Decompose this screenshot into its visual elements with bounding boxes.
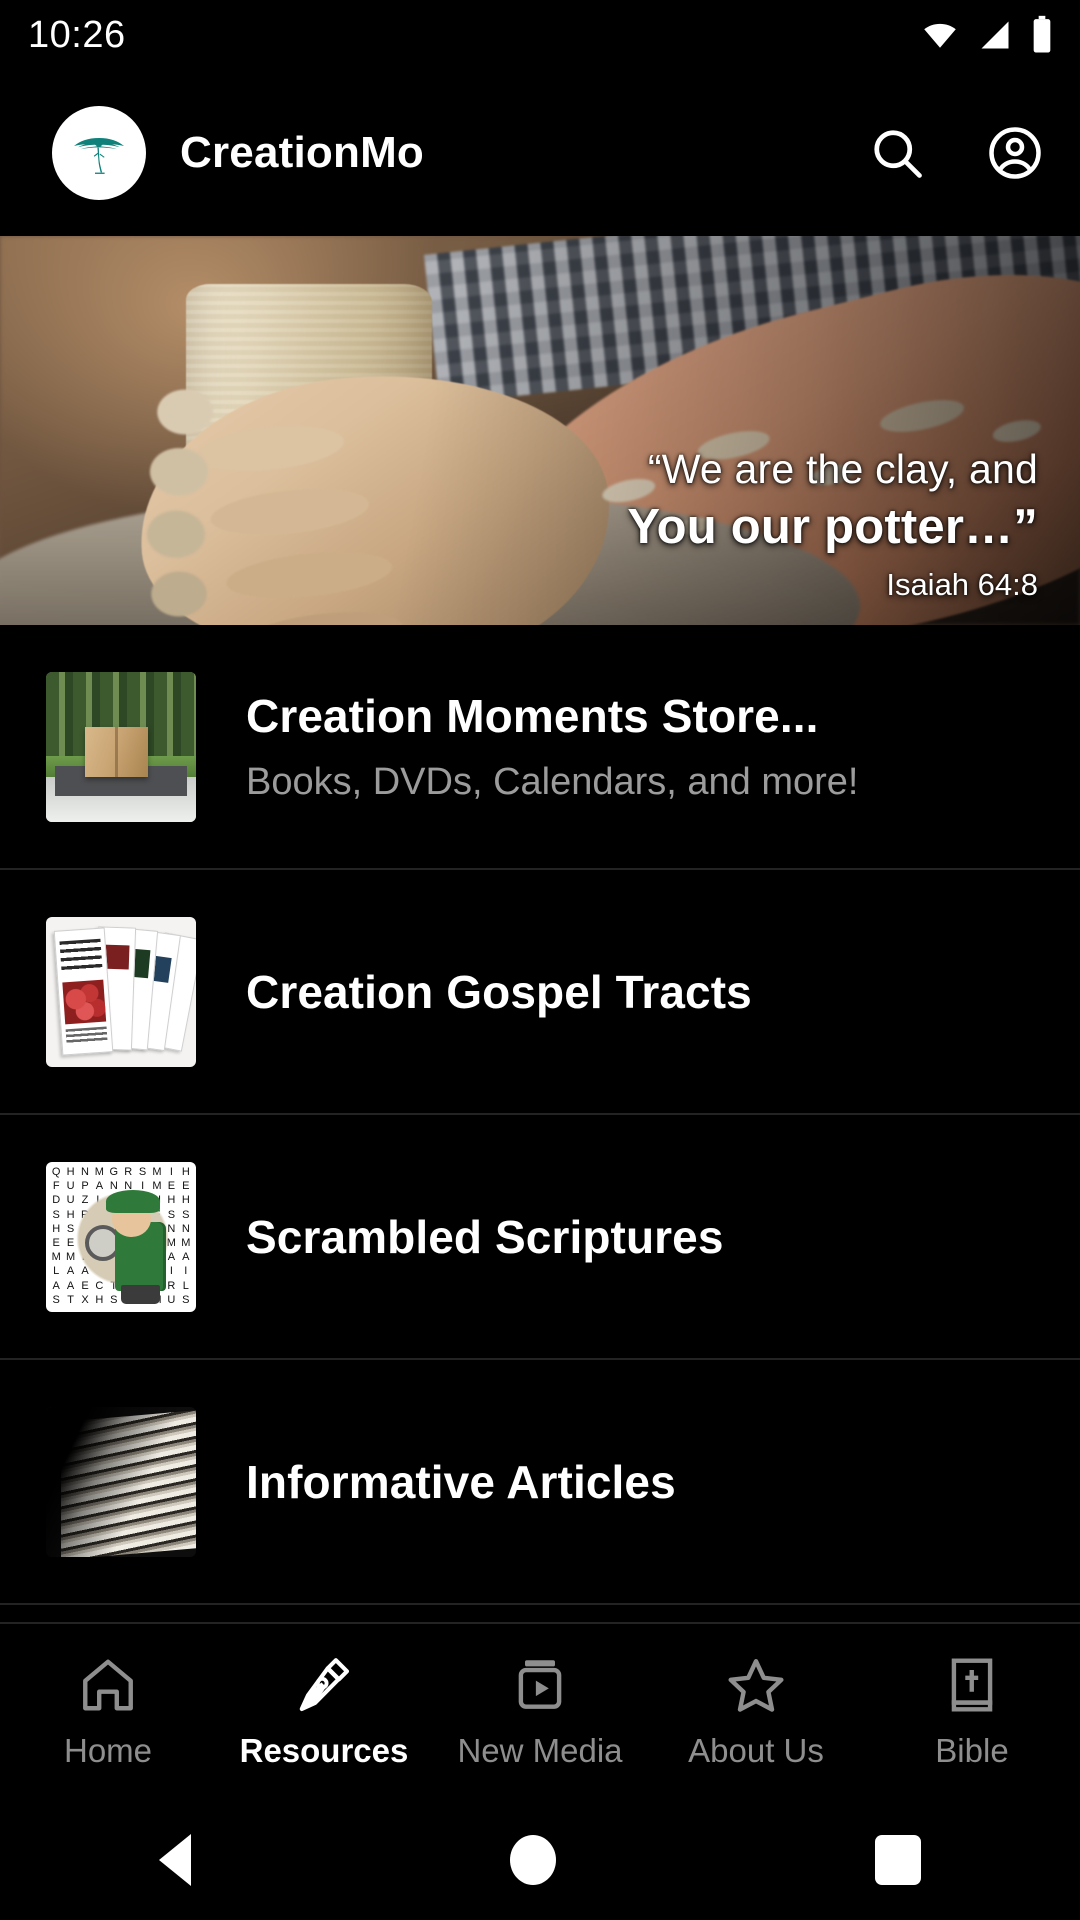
hero-quote-line-2: You our potter…” [627,500,1038,554]
cellular-signal-icon [981,21,1009,49]
android-navigation-bar [0,1800,1080,1920]
nav-item-about-us[interactable]: About Us [658,1654,854,1770]
hero-quote-line-1: “We are the clay, and [647,446,1038,492]
search-icon [874,130,922,178]
list-item[interactable]: Creation Moments Store... Books, DVDs, C… [0,625,1080,870]
home-circle-icon[interactable] [509,1835,556,1885]
app-screen: 10:26 CreationMo “We are the clay, and Y… [0,0,1080,1920]
back-triangle-icon[interactable] [159,1834,192,1886]
nav-item-new-media[interactable]: New Media [442,1654,638,1770]
nav-item-home[interactable]: Home [10,1654,206,1770]
word-search-detective-thumb: QHNMGRSMIHFUPANNIMEEDUZLUNHHHHSHREDSLESS… [46,1161,196,1312]
star-icon [728,1659,784,1712]
stacked-newspapers-thumb [46,1406,196,1557]
app-bar: CreationMo [0,70,1080,236]
account-circle-icon [989,127,1041,179]
parcel-on-doormat-thumb [46,671,196,822]
pen-nib-icon [299,1658,350,1712]
app-bar-actions [866,122,1046,184]
account-button[interactable] [984,122,1046,184]
home-icon [83,1659,133,1711]
bottom-navigation-bar: Home Resources New Media About Us Bible [0,1622,1080,1800]
nav-label: About Us [688,1732,824,1769]
search-button[interactable] [866,122,928,184]
list-item[interactable]: Informative Articles [0,1360,1080,1605]
list-item-title: Creation Moments Store... [246,690,819,742]
resources-list: Creation Moments Store... Books, DVDs, C… [0,625,1080,1605]
status-clock: 10:26 [28,13,126,56]
list-item-subtitle: Books, DVDs, Calendars, and more! [246,761,859,803]
bible-book-icon [951,1658,993,1712]
battery-icon [1033,15,1051,53]
hero-caption: “We are the clay, and You our potter…” I… [627,446,1038,603]
list-item-text: Informative Articles [246,1455,1036,1509]
status-bar: 10:26 [0,0,1080,70]
nav-label: Bible [935,1732,1009,1769]
list-item-text: Creation Gospel Tracts [246,965,1036,1019]
nav-label: Resources [239,1732,409,1769]
hero-banner[interactable]: “We are the clay, and You our potter…” I… [0,236,1080,625]
list-item-text: Scrambled Scriptures [246,1210,1036,1264]
gospel-tracts-fan-thumb [46,916,196,1067]
nav-item-resources[interactable]: Resources [226,1654,422,1770]
list-item-title: Informative Articles [246,1455,676,1508]
list-item[interactable]: Creation Gospel Tracts [0,870,1080,1115]
list-item[interactable]: QHNMGRSMIHFUPANNIMEEDUZLUNHHHHSHREDSLESS… [0,1115,1080,1360]
list-item-title: Creation Gospel Tracts [246,965,752,1018]
list-item-title: Scrambled Scriptures [246,1210,724,1263]
wifi-icon [924,23,956,48]
nav-label: New Media [457,1732,623,1769]
acacia-tree-logo [74,138,124,174]
nav-item-bible[interactable]: Bible [874,1654,1070,1770]
nav-label: Home [63,1732,153,1769]
video-player-icon [518,1660,562,1709]
app-logo[interactable] [52,106,146,200]
recents-square-icon[interactable] [874,1835,921,1885]
hero-scripture-reference: Isaiah 64:8 [886,567,1038,602]
list-item-text: Creation Moments Store... Books, DVDs, C… [246,689,1036,804]
app-title: CreationMo [180,128,424,177]
status-icon-group [920,15,1054,55]
